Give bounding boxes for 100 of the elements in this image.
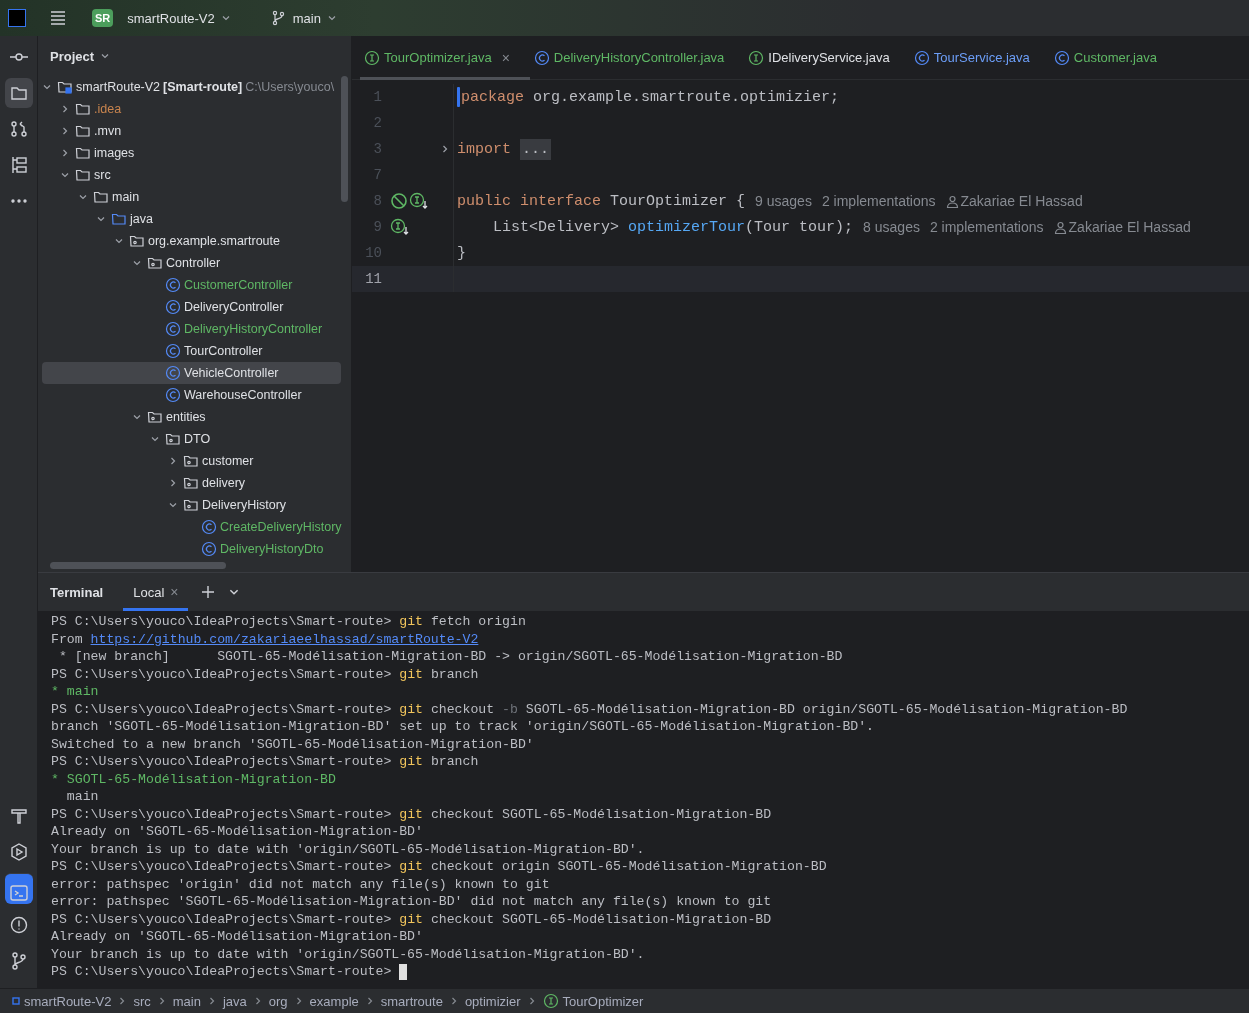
tree-item-label: CreateDeliveryHistory	[220, 520, 342, 534]
chevron-right-icon[interactable]	[60, 148, 70, 158]
tree-item[interactable]: java	[42, 208, 341, 230]
add-icon[interactable]	[200, 584, 217, 600]
tree-item-label: DTO	[184, 432, 211, 446]
implemented-icon[interactable]	[390, 218, 410, 236]
chevron-down-icon[interactable]	[96, 214, 106, 224]
folder-icon	[75, 123, 91, 139]
usage-hint[interactable]: 2 implementations	[821, 193, 936, 209]
tree-item-label: smartRoute-V2	[76, 80, 161, 94]
code-line: List<Delivery> optimizerTour(Tour tour);	[492, 218, 854, 236]
terminal-tab[interactable]: Local ×	[123, 573, 189, 611]
tree-item[interactable]: entities	[42, 406, 341, 428]
chevron-down-icon[interactable]	[42, 82, 52, 92]
module-name: [Smart-route]	[163, 80, 243, 94]
package-icon	[183, 475, 199, 491]
breadcrumb[interactable]: src	[133, 993, 151, 1009]
class-icon	[165, 365, 181, 381]
project-name-dropdown[interactable]: smartRoute-V2	[123, 10, 235, 26]
class-icon	[165, 277, 181, 293]
tree-item-label: DeliveryHistoryController	[184, 322, 323, 336]
package-icon	[129, 233, 145, 249]
terminal-line: PS C:\Users\youco\IdeaProjects\Smart-route>	[51, 963, 393, 981]
chevron-down-icon[interactable]	[168, 500, 178, 510]
branch-selector[interactable]: main	[266, 10, 341, 26]
tree-item[interactable]: DeliveryHistoryDto	[42, 538, 341, 560]
folder-icon	[75, 167, 91, 183]
menu-icon[interactable]	[48, 8, 68, 28]
tree-item[interactable]: DeliveryController	[42, 296, 341, 318]
tree-item[interactable]: Controller	[42, 252, 341, 274]
tree-item[interactable]: smartRoute-V2 [Smart-route] C:\Users\youco\	[42, 76, 341, 98]
breadcrumb[interactable]: optimizier	[464, 993, 521, 1009]
editor-tab[interactable]: DeliveryHistoryController.java	[529, 35, 745, 80]
chevron-down-icon[interactable]	[132, 258, 142, 268]
author-hint[interactable]: Zakariae El Hassad	[945, 193, 1083, 209]
project-tool-icon[interactable]	[4, 78, 33, 108]
tree-item-label: customer	[202, 454, 254, 468]
author-hint[interactable]: Zakariae El Hassad	[1053, 219, 1191, 235]
tree-item[interactable]: src	[42, 164, 341, 186]
breadcrumb[interactable]: java	[222, 993, 247, 1009]
chevron-right-icon[interactable]	[168, 478, 178, 488]
editor-tab[interactable]: IDeliveryService.java	[744, 35, 910, 80]
blocked-icon[interactable]	[390, 192, 408, 210]
chevron-right-icon[interactable]	[60, 126, 70, 136]
scrollbar-thumb[interactable]	[341, 76, 348, 202]
editor-tab[interactable]: Customer.java	[1049, 35, 1177, 80]
scrollbar-thumb[interactable]	[50, 562, 226, 569]
tree-item[interactable]: DeliveryHistory	[42, 494, 341, 516]
tree-item-label: main	[112, 190, 140, 204]
tree-item[interactable]: TourController	[42, 340, 341, 362]
breadcrumb[interactable]: smartRoute-V2	[12, 993, 112, 1009]
breadcrumb[interactable]: example	[309, 993, 359, 1009]
breadcrumb[interactable]: main	[172, 993, 201, 1009]
breadcrumb[interactable]: TourOptimizer	[542, 993, 644, 1009]
tree-item[interactable]: customer	[42, 450, 341, 472]
editor-tab[interactable]: TourOptimizer.java ×	[360, 35, 530, 80]
code-line: public interface TourOptimizer {	[457, 192, 746, 210]
chevron-right-icon[interactable]	[60, 104, 70, 114]
tree-item[interactable]: DTO	[42, 428, 341, 450]
implemented-icon[interactable]	[409, 192, 429, 210]
chevron-down-icon[interactable]	[132, 412, 142, 422]
module-path: C:\Users\youco\	[245, 80, 335, 94]
usage-hint[interactable]: 2 implementations	[929, 219, 1044, 235]
package-icon	[183, 453, 199, 469]
breadcrumb[interactable]: smartroute	[380, 993, 443, 1009]
terminal-line: PS C:\Users\youco\IdeaProjects\Smart-route> git fetch origin	[51, 613, 526, 631]
app-logo[interactable]	[8, 9, 26, 27]
usage-hint[interactable]: 9 usages	[755, 193, 812, 209]
usage-hint[interactable]: 8 usages	[863, 219, 920, 235]
chevron-right-icon[interactable]	[168, 456, 178, 466]
tree-item[interactable]: .mvn	[42, 120, 341, 142]
chevron-down-icon[interactable]	[78, 192, 88, 202]
tree-item[interactable]: CustomerController	[42, 274, 341, 296]
tree-item[interactable]: WarehouseController	[42, 384, 341, 406]
tree-item[interactable]: images	[42, 142, 341, 164]
close-icon[interactable]: ×	[501, 49, 510, 66]
breadcrumb[interactable]: org	[268, 993, 288, 1009]
terminal-tool-icon[interactable]	[4, 873, 33, 904]
editor-tab[interactable]: TourService.java	[909, 35, 1050, 80]
tree-item[interactable]: delivery	[42, 472, 341, 494]
class-icon	[165, 321, 181, 337]
tree-item[interactable]: main	[42, 186, 341, 208]
chevron-down-icon[interactable]	[60, 170, 70, 180]
chevron-down-icon	[326, 13, 337, 23]
chevron-down-icon	[220, 13, 231, 23]
chevron-down-icon[interactable]	[150, 434, 160, 444]
tree-item[interactable]: .idea	[42, 98, 341, 120]
tree-item[interactable]: CreateDeliveryHistory	[42, 516, 341, 538]
close-icon[interactable]: ×	[170, 584, 179, 600]
terminal-link[interactable]: https://github.com/zakariaeelhassad/smartRoute-V2	[90, 631, 479, 647]
view-mode-dropdown[interactable]: Project	[50, 48, 111, 64]
tree-item-label: java	[130, 212, 153, 226]
chevron-down-icon[interactable]	[114, 236, 124, 246]
package-icon	[147, 255, 163, 271]
tree-item[interactable]: DeliveryHistoryController	[42, 318, 341, 340]
terminal-line: Your branch is up to date with 'origin/SGOTL-65-Modélisation-Migration-BD'.	[51, 945, 645, 963]
terminal-line: PS C:\Users\youco\IdeaProjects\Smart-route> git branch	[51, 665, 479, 683]
terminal-line: PS C:\Users\youco\IdeaProjects\Smart-route> git checkout SGOTL-65-Modélisation-Migration-BD	[51, 910, 772, 928]
tree-item[interactable]: VehicleController	[42, 362, 341, 384]
tree-item[interactable]: org.example.smartroute	[42, 230, 341, 252]
